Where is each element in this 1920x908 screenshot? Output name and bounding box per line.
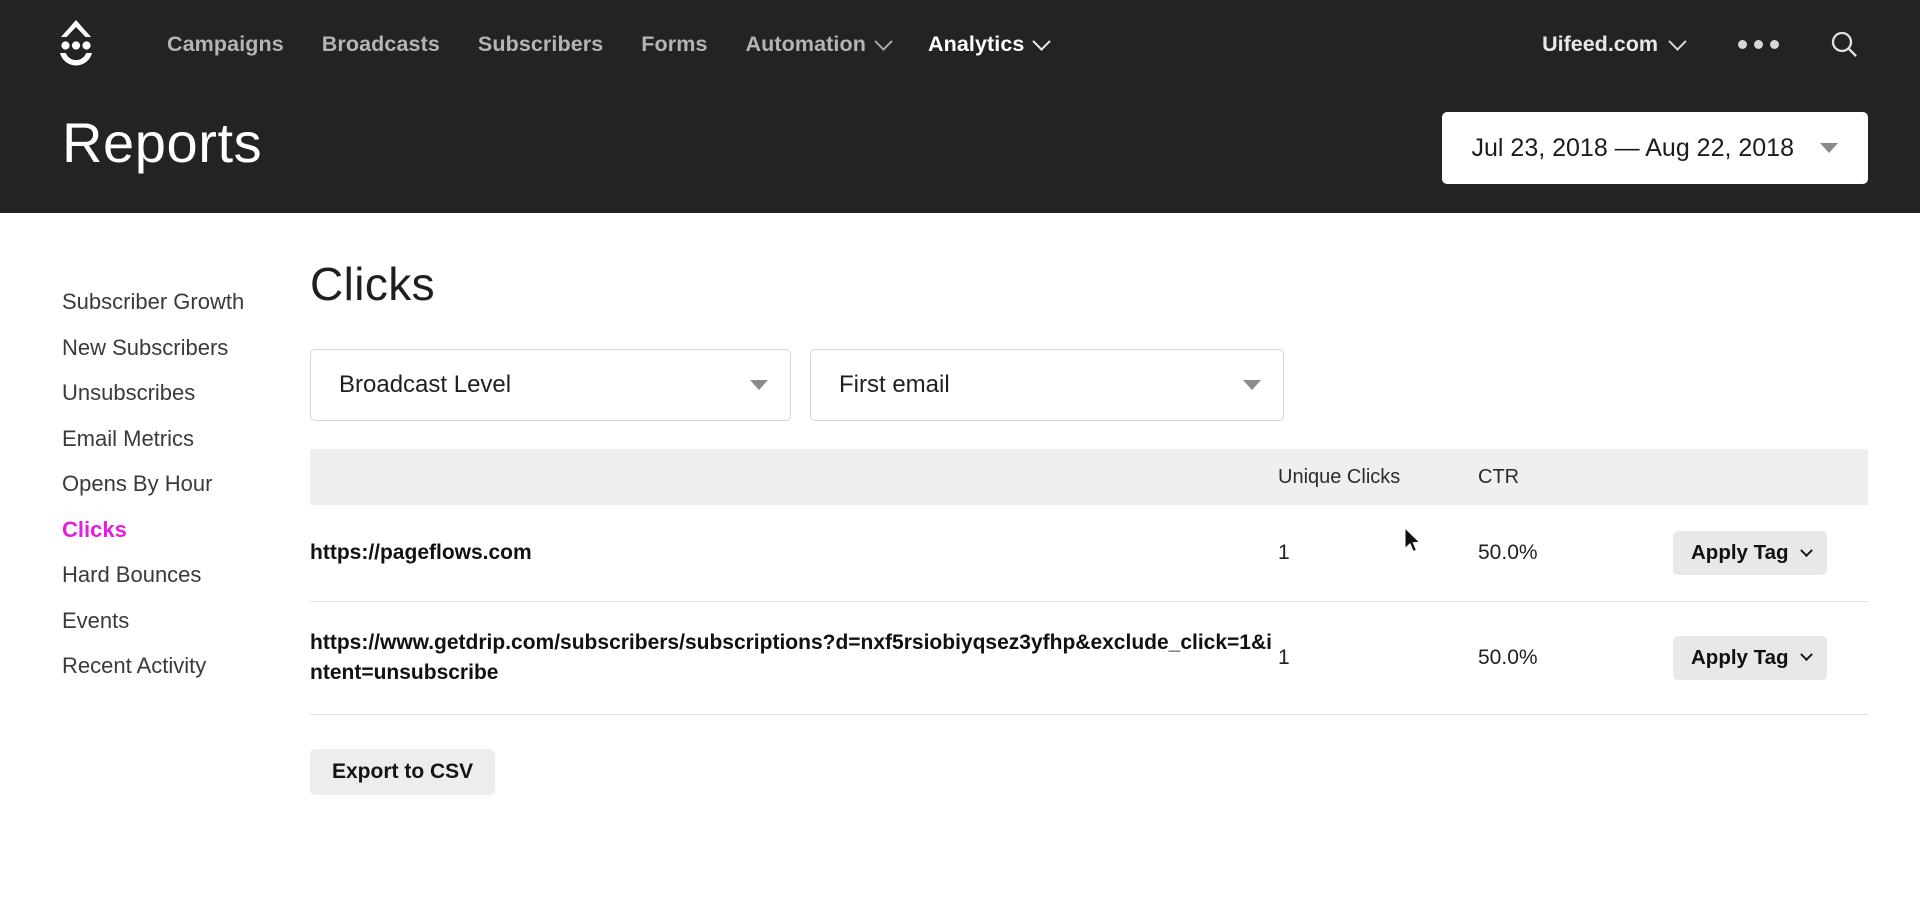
cell-unique-clicks: 1 [1278, 505, 1478, 602]
chevron-down-icon [1668, 31, 1687, 51]
sidebar-item-unsubscribes[interactable]: Unsubscribes [62, 382, 310, 428]
cell-url[interactable]: https://pageflows.com [310, 505, 1278, 602]
apply-tag-label: Apply Tag [1691, 645, 1789, 669]
chevron-down-icon [1032, 31, 1052, 51]
nav-item-analytics[interactable]: Analytics [909, 26, 1068, 63]
chevron-down-icon [1799, 543, 1813, 557]
table-header-row: Unique Clicks CTR [310, 449, 1868, 505]
sidebar-item-label: Email Metrics [62, 425, 195, 451]
caret-down-icon [1820, 143, 1838, 153]
cell-unique-clicks: 1 [1278, 601, 1478, 715]
select-value: Broadcast Level [339, 371, 512, 398]
nav-links: Campaigns Broadcasts Subscribers Forms A… [148, 26, 1067, 63]
table-header: Unique Clicks CTR [310, 449, 1868, 505]
column-header-url [310, 449, 1278, 505]
nav-label: Analytics [927, 31, 1025, 56]
account-switcher[interactable]: Uifeed.com [1532, 26, 1694, 63]
date-range-value: Jul 23, 2018 — Aug 22, 2018 [1471, 133, 1794, 162]
broadcast-level-select[interactable]: Broadcast Level [310, 349, 791, 421]
sidebar-item-opens-by-hour[interactable]: Opens By Hour [62, 473, 310, 519]
page-title: Reports [62, 111, 263, 174]
apply-tag-label: Apply Tag [1691, 541, 1789, 564]
sidebar-item-label: New Subscribers [62, 334, 229, 360]
drip-logo[interactable] [52, 18, 100, 70]
email-select[interactable]: First email [810, 349, 1284, 421]
table-row: https://pageflows.com 1 50.0% Apply Tag [310, 505, 1868, 602]
nav-label: Automation [745, 31, 866, 56]
nav-item-subscribers[interactable]: Subscribers [459, 26, 622, 63]
nav-label: Forms [641, 31, 708, 56]
sidebar-item-clicks[interactable]: Clicks [62, 516, 310, 565]
sidebar-item-label: Hard Bounces [62, 562, 202, 587]
search-icon[interactable] [1821, 21, 1867, 67]
sidebar-item-label: Events [62, 607, 130, 633]
page-content: Subscriber Growth New Subscribers Unsubs… [0, 213, 1920, 795]
sidebar-item-subscriber-growth[interactable]: Subscriber Growth [62, 291, 310, 337]
column-header-unique-clicks: Unique Clicks [1278, 449, 1478, 505]
cell-url[interactable]: https://www.getdrip.com/subscribers/subs… [310, 601, 1278, 715]
sidebar-item-email-metrics[interactable]: Email Metrics [62, 425, 310, 474]
date-range-picker[interactable]: Jul 23, 2018 — Aug 22, 2018 [1441, 112, 1868, 184]
filters-row: Broadcast Level First email [310, 349, 1868, 421]
chevron-down-icon [1799, 648, 1813, 662]
top-header-bar: Campaigns Broadcasts Subscribers Forms A… [0, 0, 1920, 213]
table-row: https://www.getdrip.com/subscribers/subs… [310, 601, 1868, 715]
sidebar-item-label: Opens By Hour [62, 471, 213, 496]
sidebar-item-hard-bounces[interactable]: Hard Bounces [62, 564, 310, 610]
sidebar-item-label: Subscriber Growth [62, 289, 245, 314]
main-navigation: Campaigns Broadcasts Subscribers Forms A… [0, 0, 1920, 88]
cell-apply-tag: Apply Tag [1673, 601, 1868, 715]
clicks-table: Unique Clicks CTR https://pageflows.com … [310, 449, 1868, 715]
reports-sidebar: Subscriber Growth New Subscribers Unsubs… [0, 261, 310, 795]
sidebar-item-label: Recent Activity [62, 653, 207, 678]
chevron-down-icon [874, 31, 893, 51]
sidebar-item-label: Unsubscribes [62, 380, 196, 405]
cell-ctr: 50.0% [1478, 601, 1673, 715]
sidebar-item-label: Clicks [62, 516, 127, 542]
nav-label: Campaigns [167, 31, 284, 56]
sidebar-item-events[interactable]: Events [62, 607, 310, 656]
apply-tag-button[interactable]: Apply Tag [1673, 635, 1827, 680]
section-title: Clicks [310, 258, 436, 310]
sidebar-item-new-subscribers[interactable]: New Subscribers [62, 334, 310, 383]
page-title-row: Reports Jul 23, 2018 — Aug 22, 2018 [0, 88, 1920, 198]
reports-main-panel: Clicks Broadcast Level First email Uniqu… [310, 261, 1920, 795]
nav-label: Broadcasts [321, 31, 440, 56]
nav-item-campaigns[interactable]: Campaigns [148, 26, 303, 63]
column-header-actions [1673, 449, 1868, 505]
caret-down-icon [1243, 380, 1261, 390]
sidebar-item-recent-activity[interactable]: Recent Activity [62, 655, 310, 701]
cell-ctr: 50.0% [1478, 505, 1673, 602]
nav-item-automation[interactable]: Automation [727, 26, 909, 63]
nav-item-forms[interactable]: Forms [622, 26, 726, 63]
nav-item-broadcasts[interactable]: Broadcasts [303, 26, 459, 63]
cell-apply-tag: Apply Tag [1673, 505, 1868, 602]
table-body: https://pageflows.com 1 50.0% Apply Tag … [310, 505, 1868, 715]
apply-tag-button[interactable]: Apply Tag [1673, 531, 1827, 575]
export-to-csv-button[interactable]: Export to CSV [310, 748, 496, 795]
column-header-ctr: CTR [1478, 449, 1673, 505]
nav-label: Subscribers [477, 31, 604, 56]
caret-down-icon [750, 380, 768, 390]
select-value: First email [839, 371, 950, 398]
ellipsis-icon[interactable] [1724, 28, 1793, 61]
account-label: Uifeed.com [1542, 31, 1658, 56]
header-right-actions: Uifeed.com [1532, 21, 1875, 67]
